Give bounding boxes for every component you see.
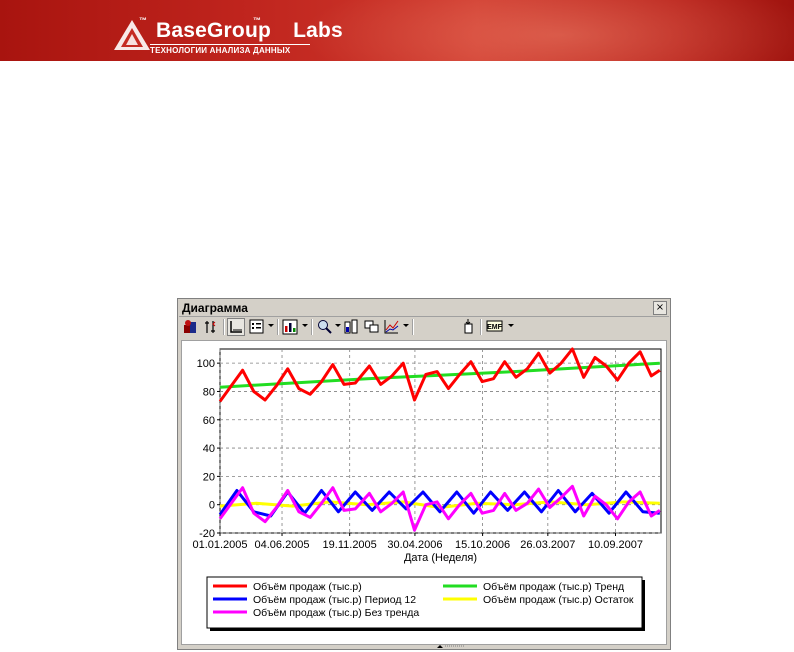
logo-tagline: ТЕХНОЛОГИИ АНАЛИЗА ДАННЫХ xyxy=(150,46,291,55)
logo-tm-1: ™ xyxy=(139,16,147,25)
x-tick-label: 15.10.2006 xyxy=(455,539,510,551)
y-tick-label: 60 xyxy=(203,415,215,427)
toolbar-separator xyxy=(412,319,414,335)
close-icon: × xyxy=(655,302,665,313)
series-icon xyxy=(384,320,399,334)
x-tick-label: 10.09.2007 xyxy=(588,539,643,551)
resize-grip-icon[interactable] xyxy=(431,643,471,649)
logo-text: BaseGroup Labs xyxy=(156,19,343,43)
axis-settings-button[interactable] xyxy=(202,318,220,336)
x-tick-label: 01.01.2005 xyxy=(192,539,247,551)
emf-dropdown-icon[interactable] xyxy=(508,324,514,327)
logo-tm-2: ™ xyxy=(253,16,261,25)
x-tick-label: 04.06.2005 xyxy=(254,539,309,551)
series-button[interactable] xyxy=(383,318,401,336)
emf-export-button[interactable]: EMF xyxy=(486,318,504,336)
x-tick-label: 26.03.2007 xyxy=(520,539,575,551)
legend-dropdown-icon[interactable] xyxy=(268,324,274,327)
toolbar-separator xyxy=(223,319,225,335)
legend-label: Объём продаж (тыс.р) Тренд xyxy=(483,581,624,593)
chart-toolbar: EMF xyxy=(180,317,668,337)
x-axis-label: Дата (Неделя) xyxy=(404,552,477,564)
zoom-dropdown-icon[interactable] xyxy=(335,324,341,327)
chart-legend: Объём продаж (тыс.р) Объём продаж (тыс.р)… xyxy=(206,576,645,631)
chart-panel: 100 80 60 40 20 0 -20 01.01.2005 04.06.2005 19.1… xyxy=(181,340,667,645)
legend-icon xyxy=(249,319,264,334)
axes-icon xyxy=(230,321,242,333)
close-button[interactable]: × xyxy=(653,301,667,315)
axis-icon xyxy=(205,321,216,333)
legend-label: Объём продаж (тыс.р) Период 12 xyxy=(253,594,416,606)
y-tick-label: 0 xyxy=(209,500,215,512)
y-tick-label: 100 xyxy=(197,358,215,370)
y-tick-label: 80 xyxy=(203,386,215,398)
x-tick-label: 19.11.2005 xyxy=(323,539,377,551)
chart-wizard-button[interactable] xyxy=(182,318,200,336)
chart-type-button[interactable] xyxy=(281,318,299,336)
window-title: Диаграмма xyxy=(182,301,248,315)
toolbar-separator xyxy=(480,319,482,335)
line-chart: 100806040200-20 01.01.2005 04.06.2005 19.1… xyxy=(192,347,662,631)
stack-button[interactable] xyxy=(343,318,361,336)
legend-label: Объём продаж (тыс.р) Остаток xyxy=(483,594,634,606)
toolbar-separator xyxy=(277,319,279,335)
chart-type-dropdown-icon[interactable] xyxy=(302,324,308,327)
zoom-button[interactable] xyxy=(316,318,334,336)
toolbar-separator xyxy=(311,319,313,335)
svg-text:EMF: EMF xyxy=(487,324,503,331)
legend-label: Объём продаж (тыс.р) Без тренда xyxy=(253,607,419,619)
export-button[interactable] xyxy=(460,318,478,336)
x-axis-ticks: 01.01.2005 04.06.2005 19.11.2005 30.04.2006… xyxy=(192,533,643,551)
chart-wizard-icon xyxy=(184,320,196,333)
logo-brand-suffix: Labs xyxy=(293,19,343,42)
window-titlebar[interactable]: Диаграмма × xyxy=(179,300,669,317)
copy-button[interactable] xyxy=(363,318,381,336)
banner-sheen xyxy=(300,0,794,61)
chart-type-icon xyxy=(282,319,298,335)
x-tick-label: 30.04.2006 xyxy=(387,539,442,551)
zoom-icon xyxy=(318,320,332,334)
export-icon xyxy=(464,319,473,334)
series-dropdown-icon[interactable] xyxy=(403,324,409,327)
y-axis-ticks: 100806040200-20 xyxy=(197,358,220,540)
y-tick-label: 40 xyxy=(203,443,215,455)
logo-divider xyxy=(150,44,310,45)
y-tick-label: 20 xyxy=(203,471,215,483)
copy-icon xyxy=(364,320,379,333)
header-banner: ™ BaseGroup Labs ™ ТЕХНОЛОГИИ АНАЛИЗА ДА… xyxy=(0,0,794,61)
stack-icon xyxy=(344,319,358,334)
emf-icon: EMF xyxy=(486,320,503,332)
axes-toggle-button[interactable] xyxy=(227,318,245,336)
chart-window: Диаграмма × EMF 100 80 60 40 20 0 -20 01… xyxy=(177,298,671,650)
legend-label: Объём продаж (тыс.р) xyxy=(253,581,362,593)
legend-button[interactable] xyxy=(248,318,266,336)
